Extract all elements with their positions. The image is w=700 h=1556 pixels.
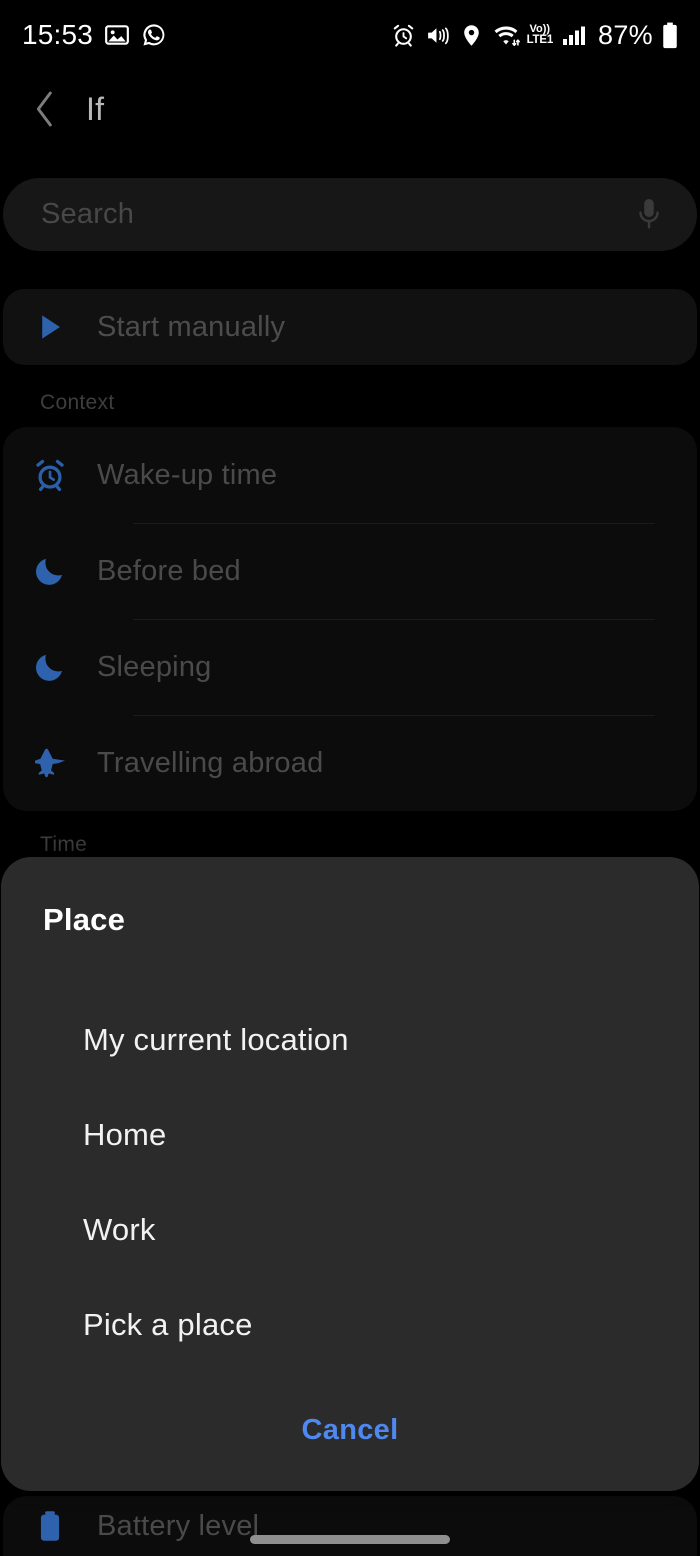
- signal-bars-icon: [562, 23, 588, 47]
- cancel-button[interactable]: Cancel: [274, 1400, 427, 1461]
- list-item-label: Wake-up time: [97, 458, 278, 491]
- back-button[interactable]: [30, 89, 64, 129]
- list-item-before-bed[interactable]: Before bed: [3, 523, 697, 619]
- location-icon: [459, 23, 484, 48]
- app-bar: If: [0, 72, 700, 146]
- list-item-label: Battery level: [97, 1509, 260, 1542]
- dialog-actions: Cancel: [1, 1400, 699, 1461]
- battery-level-card: Battery level: [3, 1496, 697, 1556]
- list-item-label: Travelling abroad: [97, 746, 324, 779]
- list-item-label: Before bed: [97, 554, 241, 587]
- status-bar-left: 15:53: [22, 19, 167, 51]
- status-bar: 15:53 Vo)) LTE1 87%: [0, 0, 700, 70]
- dialog-option-my-current-location[interactable]: My current location: [1, 992, 699, 1087]
- volte-bottom-label: LTE1: [526, 33, 554, 46]
- home-gesture-bar[interactable]: [250, 1535, 450, 1544]
- context-list: Wake-up time Before bed Sleeping Travell…: [3, 427, 697, 811]
- list-item-label: Sleeping: [97, 650, 212, 683]
- start-manually-row[interactable]: Start manually: [3, 289, 697, 365]
- list-item-battery-level[interactable]: Battery level: [3, 1496, 697, 1556]
- status-bar-clock: 15:53: [22, 19, 94, 50]
- play-icon: [3, 310, 97, 344]
- moon-icon: [3, 649, 97, 685]
- battery-icon: [662, 22, 678, 49]
- list-item-sleeping[interactable]: Sleeping: [3, 619, 697, 715]
- section-label-context: Context: [40, 391, 115, 414]
- microphone-icon[interactable]: [635, 195, 663, 235]
- dialog-option-work[interactable]: Work: [1, 1182, 699, 1277]
- airplane-icon: [3, 745, 97, 781]
- moon-icon: [3, 553, 97, 589]
- battery-icon: [3, 1509, 97, 1543]
- mute-vibrate-icon: [425, 23, 450, 48]
- alarm-icon: [391, 23, 416, 48]
- dialog-option-home[interactable]: Home: [1, 1087, 699, 1182]
- status-bar-right: Vo)) LTE1 87%: [391, 20, 678, 51]
- search-input[interactable]: Search: [41, 198, 134, 231]
- back-chevron-icon: [36, 91, 52, 127]
- phone-screen: 15:53 Vo)) LTE1 87% If Search Start manu…: [0, 0, 700, 1556]
- image-icon: [104, 22, 130, 48]
- volte-icon: Vo)) LTE1: [526, 23, 554, 47]
- dialog-title: Place: [43, 902, 126, 937]
- search-bar[interactable]: Search: [3, 178, 697, 251]
- whatsapp-icon: [141, 22, 167, 48]
- wifi-icon: [493, 23, 520, 48]
- battery-percent-label: 87%: [598, 19, 653, 50]
- page-title: If: [86, 90, 105, 127]
- alarm-clock-icon: [3, 457, 97, 493]
- dialog-options-list: My current location Home Work Pick a pla…: [1, 992, 699, 1372]
- section-label-time: Time: [40, 833, 88, 856]
- list-item-wake-up-time[interactable]: Wake-up time: [3, 427, 697, 523]
- list-item-travelling-abroad[interactable]: Travelling abroad: [3, 715, 697, 811]
- start-manually-label: Start manually: [97, 310, 286, 343]
- place-dialog: Place My current location Home Work Pick…: [1, 857, 699, 1491]
- dialog-option-pick-a-place[interactable]: Pick a place: [1, 1277, 699, 1372]
